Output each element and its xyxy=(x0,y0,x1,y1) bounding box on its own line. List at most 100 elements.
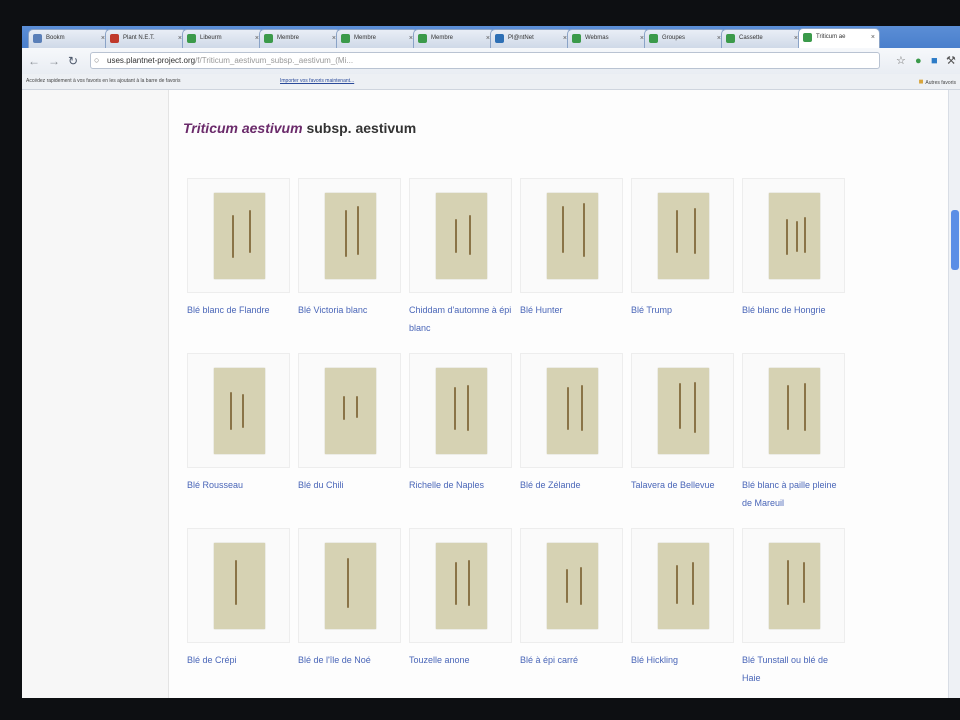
variety-tile[interactable]: Chiddam d'automne à épi blanc xyxy=(409,178,512,337)
wheat-ear-specimen xyxy=(567,387,569,430)
variety-tile[interactable]: Blé de l'île de Noé xyxy=(298,528,401,669)
back-arrow-icon[interactable]: ← xyxy=(28,53,40,69)
vertical-scrollbar[interactable] xyxy=(948,90,960,698)
variety-name-link[interactable]: Richelle de Naples xyxy=(409,476,513,494)
other-bookmarks-label: Autres favoris xyxy=(925,80,956,86)
wheat-ear-specimen xyxy=(583,203,585,257)
variety-tile[interactable]: Blé Rousseau xyxy=(187,353,290,494)
tab-label: Groupes xyxy=(662,35,686,41)
browser-tab[interactable]: Triticum ae × xyxy=(798,28,880,48)
browser-tab[interactable]: Plant N.E.T. × xyxy=(105,29,187,48)
import-bookmarks-link[interactable]: Importer vos favoris maintenant... xyxy=(280,74,354,89)
variety-tile[interactable]: Blé à épi carré xyxy=(520,528,623,669)
herbarium-thumbnail[interactable] xyxy=(298,178,401,293)
variety-name-link[interactable]: Blé de l'île de Noé xyxy=(298,651,402,669)
herbarium-thumbnail[interactable] xyxy=(742,528,845,643)
wrench-icon[interactable]: ⚒ xyxy=(946,54,956,68)
variety-name-link[interactable]: Blé Hunter xyxy=(520,301,624,319)
browser-tab[interactable]: Membre × xyxy=(413,29,495,48)
variety-name-link[interactable]: Blé Hickling xyxy=(631,651,735,669)
wheat-ear-specimen xyxy=(345,210,347,257)
herbarium-thumbnail[interactable] xyxy=(409,178,512,293)
address-bar[interactable]: ○ uses.plantnet-project.org/f/Triticum_a… xyxy=(90,52,880,69)
extension-icon[interactable]: ● xyxy=(915,54,922,68)
wheat-ear-specimen xyxy=(467,385,469,431)
variety-name-link[interactable]: Blé du Chili xyxy=(298,476,402,494)
herbarium-thumbnail[interactable] xyxy=(631,528,734,643)
herbarium-sheet xyxy=(436,543,487,629)
variety-name-link[interactable]: Blé de Crépi xyxy=(187,651,291,669)
variety-name-link[interactable]: Blé Victoria blanc xyxy=(298,301,402,319)
tab-label: Webmas xyxy=(585,35,609,41)
tab-favicon-icon xyxy=(341,34,350,43)
variety-name-link[interactable]: Blé blanc à paille pleine de Mareuil xyxy=(742,476,846,512)
herbarium-thumbnail[interactable] xyxy=(298,353,401,468)
browser-tab[interactable]: Membre × xyxy=(336,29,418,48)
variety-name-link[interactable]: Blé Tunstall ou blé de Haie xyxy=(742,651,846,687)
variety-name-link[interactable]: Talavera de Bellevue xyxy=(631,476,735,494)
herbarium-thumbnail[interactable] xyxy=(409,353,512,468)
wheat-ear-specimen xyxy=(796,221,798,252)
browser-tab[interactable]: Cassette × xyxy=(721,29,803,48)
herbarium-thumbnail[interactable] xyxy=(409,528,512,643)
browser-tab[interactable]: Bookm × xyxy=(28,29,110,48)
variety-name-link[interactable]: Blé Rousseau xyxy=(187,476,291,494)
variety-name-link[interactable]: Touzelle anone xyxy=(409,651,513,669)
wheat-ear-specimen xyxy=(676,210,678,253)
herbarium-thumbnail[interactable] xyxy=(187,353,290,468)
variety-name-link[interactable]: Blé à épi carré xyxy=(520,651,624,669)
wheat-ear-specimen xyxy=(694,382,696,433)
wheat-ear-specimen xyxy=(235,560,237,605)
herbarium-thumbnail[interactable] xyxy=(742,178,845,293)
browser-tab[interactable]: Libeurm × xyxy=(182,29,264,48)
tab-favicon-icon xyxy=(572,34,581,43)
page-menu-icon[interactable]: ■ xyxy=(931,54,938,68)
herbarium-thumbnail[interactable] xyxy=(631,353,734,468)
variety-tile[interactable]: Blé du Chili xyxy=(298,353,401,494)
herbarium-thumbnail[interactable] xyxy=(298,528,401,643)
variety-tile[interactable]: Blé Tunstall ou blé de Haie xyxy=(742,528,845,687)
other-bookmarks[interactable]: ■ Autres favoris xyxy=(919,74,956,91)
scroll-thumb[interactable] xyxy=(951,210,959,270)
variety-tile[interactable]: Richelle de Naples xyxy=(409,353,512,494)
variety-name-link[interactable]: Blé blanc de Flandre xyxy=(187,301,291,319)
wheat-ear-specimen xyxy=(232,215,234,258)
herbarium-thumbnail[interactable] xyxy=(520,353,623,468)
browser-tab[interactable]: Webmas × xyxy=(567,29,649,48)
variety-name-link[interactable]: Blé Trump xyxy=(631,301,735,319)
wheat-ear-specimen xyxy=(230,392,232,430)
forward-arrow-icon[interactable]: → xyxy=(48,53,60,69)
variety-tile[interactable]: Blé blanc de Flandre xyxy=(187,178,290,319)
herbarium-sheet xyxy=(769,543,820,629)
herbarium-thumbnail[interactable] xyxy=(520,178,623,293)
herbarium-thumbnail[interactable] xyxy=(520,528,623,643)
variety-name-link[interactable]: Blé blanc de Hongrie xyxy=(742,301,846,319)
variety-tile[interactable]: Blé Victoria blanc xyxy=(298,178,401,319)
tab-label: Libeurm xyxy=(200,35,222,41)
variety-tile[interactable]: Touzelle anone xyxy=(409,528,512,669)
star-icon[interactable]: ☆ xyxy=(896,54,906,68)
browser-tab[interactable]: Membre × xyxy=(259,29,341,48)
variety-tile[interactable]: Blé Trump xyxy=(631,178,734,319)
reload-icon[interactable]: ↻ xyxy=(68,53,78,69)
variety-tile[interactable]: Blé de Zélande xyxy=(520,353,623,494)
variety-name-link[interactable]: Blé de Zélande xyxy=(520,476,624,494)
herbarium-sheet xyxy=(547,543,598,629)
browser-tab[interactable]: Groupes × xyxy=(644,29,726,48)
variety-tile[interactable]: Blé blanc à paille pleine de Mareuil xyxy=(742,353,845,512)
variety-tile[interactable]: Blé Hunter xyxy=(520,178,623,319)
herbarium-thumbnail[interactable] xyxy=(742,353,845,468)
tab-label: Plant N.E.T. xyxy=(123,35,155,41)
herbarium-thumbnail[interactable] xyxy=(187,178,290,293)
herbarium-sheet xyxy=(769,368,820,454)
variety-tile[interactable]: Blé Hickling xyxy=(631,528,734,669)
wheat-ear-specimen xyxy=(803,562,805,603)
herbarium-thumbnail[interactable] xyxy=(187,528,290,643)
herbarium-thumbnail[interactable] xyxy=(631,178,734,293)
tab-close-icon[interactable]: × xyxy=(871,29,875,46)
variety-name-link[interactable]: Chiddam d'automne à épi blanc xyxy=(409,301,513,337)
variety-tile[interactable]: Blé de Crépi xyxy=(187,528,290,669)
browser-tab[interactable]: Pl@ntNet × xyxy=(490,29,572,48)
variety-tile[interactable]: Talavera de Bellevue xyxy=(631,353,734,494)
variety-tile[interactable]: Blé blanc de Hongrie xyxy=(742,178,845,319)
